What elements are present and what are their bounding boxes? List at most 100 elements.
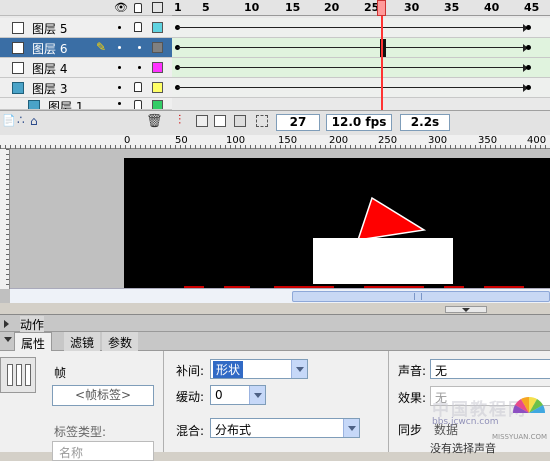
frame-track[interactable] xyxy=(172,18,550,38)
sound-value: 无 xyxy=(435,364,448,378)
frame-ruler-number: 15 xyxy=(285,1,301,14)
white-rectangle xyxy=(313,238,453,284)
center-frame-icon[interactable]: ⫶ xyxy=(178,113,181,128)
frame-track[interactable] xyxy=(172,38,550,58)
insert-folder-icon[interactable]: ⌂ xyxy=(30,114,38,128)
layer-color-swatch[interactable] xyxy=(152,100,163,109)
lock-icon[interactable] xyxy=(134,3,142,13)
eye-icon[interactable]: 👁 xyxy=(114,1,128,14)
layer-name: 图层 6 xyxy=(32,42,68,56)
ease-input[interactable]: 0 xyxy=(210,385,266,405)
edit-multiple-icon[interactable] xyxy=(234,115,246,127)
layer-color-swatch[interactable] xyxy=(152,22,163,33)
tab-properties[interactable]: 属性 xyxy=(14,332,53,351)
layer-row[interactable]: 图层 5 xyxy=(0,18,172,38)
visibility-dot[interactable] xyxy=(118,102,121,105)
divider xyxy=(163,351,164,452)
outline-icon[interactable] xyxy=(152,2,163,13)
layer-row-selected[interactable]: 图层 6 ✎ xyxy=(0,38,172,58)
actions-panel-title: 动作 xyxy=(20,316,45,333)
delete-layer-icon[interactable]: 🗑 xyxy=(146,114,163,129)
sync-label: 同步 xyxy=(398,423,423,437)
timeline-panel: 👁 1 5 10 15 20 25 30 35 40 45 图层 5 图层 6 … xyxy=(0,0,550,135)
onion-markers-icon[interactable] xyxy=(256,115,268,127)
effect-label: 效果: xyxy=(398,391,427,405)
sound-select[interactable]: 无 xyxy=(430,359,550,379)
keyframe[interactable] xyxy=(526,85,531,90)
ruler-ticks xyxy=(0,135,550,149)
expand-arrow-icon xyxy=(4,320,9,328)
tween-select[interactable]: 形状 xyxy=(210,359,308,379)
sync-value: 数据 xyxy=(434,423,459,437)
playhead-line xyxy=(381,16,383,110)
frame-ruler-number: 1 xyxy=(174,1,182,14)
divider xyxy=(388,351,389,452)
layer-name: 图层 3 xyxy=(32,82,68,96)
ruler-number: 0 xyxy=(124,135,131,146)
motion-guide-icon[interactable]: ∴ xyxy=(17,113,25,127)
keyframe[interactable] xyxy=(526,25,531,30)
blend-label: 混合: xyxy=(176,424,205,438)
visibility-dot[interactable] xyxy=(118,46,121,49)
layer-icon xyxy=(12,62,24,74)
onion-skin-icon[interactable] xyxy=(196,115,208,127)
horizontal-scrollbar[interactable] xyxy=(10,288,550,303)
timeline-status-bar: 📄 ∴ ⌂ 🗑 ⫶ 27 12.0 fps 2.2s xyxy=(0,110,550,135)
visibility-dot[interactable] xyxy=(118,86,121,89)
layer-color-swatch[interactable] xyxy=(152,62,163,73)
tween-line xyxy=(177,87,526,88)
collapse-arrow-icon[interactable] xyxy=(4,337,12,342)
frame-ruler-number: 40 xyxy=(484,1,500,14)
scrollbar-grip xyxy=(414,293,422,300)
vertical-ruler xyxy=(0,149,10,289)
lock-icon[interactable] xyxy=(134,22,142,32)
watermark-site: MISSYUAN.COM xyxy=(492,433,548,441)
dropdown-arrow-icon[interactable] xyxy=(249,386,265,404)
tab-filters[interactable]: 滤镜 xyxy=(64,332,101,351)
layer-header: 👁 xyxy=(0,0,172,16)
chevron-down-icon xyxy=(462,308,470,312)
effect-select[interactable]: 无 xyxy=(430,386,550,406)
visibility-dot[interactable] xyxy=(118,26,121,29)
label-type-select[interactable]: 名称 xyxy=(52,441,154,461)
panel-splitter[interactable] xyxy=(0,303,550,315)
layer-color-swatch[interactable] xyxy=(152,42,163,53)
ruler-number: 350 xyxy=(478,135,498,146)
onion-outline-icon[interactable] xyxy=(214,115,226,127)
frame-label: 帧 xyxy=(54,366,67,380)
frame-label-input[interactable]: <帧标签> xyxy=(52,385,154,406)
dropdown-arrow-icon[interactable] xyxy=(343,419,359,437)
keyframe[interactable] xyxy=(526,45,531,50)
frame-track[interactable] xyxy=(172,78,550,98)
layer-name: 图层 1 xyxy=(48,100,84,110)
layer-color-swatch[interactable] xyxy=(152,82,163,93)
lock-icon[interactable] xyxy=(134,100,142,109)
dropdown-arrow-icon[interactable] xyxy=(291,360,307,378)
ruler-number: 200 xyxy=(329,135,349,146)
actions-panel-header[interactable]: 动作 xyxy=(0,315,550,333)
visibility-dot[interactable] xyxy=(118,66,121,69)
insert-layer-icon[interactable]: 📄 xyxy=(2,114,16,127)
frame-rate-field[interactable]: 12.0 fps xyxy=(326,114,392,131)
lock-icon[interactable] xyxy=(134,82,142,92)
layer-name: 图层 5 xyxy=(32,22,68,36)
frame-ruler[interactable]: 1 5 10 15 20 25 30 35 40 45 xyxy=(172,0,550,16)
ruler-number: 150 xyxy=(278,135,298,146)
tab-parameters[interactable]: 参数 xyxy=(102,332,139,351)
stage-canvas[interactable] xyxy=(124,158,550,290)
layer-row[interactable]: 图层 4 xyxy=(0,58,172,78)
playhead-handle[interactable] xyxy=(377,0,386,16)
keyframe[interactable] xyxy=(526,65,531,70)
collapse-handle[interactable] xyxy=(445,306,487,313)
layer-row[interactable]: 图层 3 xyxy=(0,78,172,98)
ruler-number: 50 xyxy=(175,135,188,146)
frame-ruler-number: 45 xyxy=(524,1,540,14)
blend-value: 分布式 xyxy=(215,423,252,437)
frame-track[interactable] xyxy=(172,58,550,78)
blend-select[interactable]: 分布式 xyxy=(210,418,360,438)
lock-dot[interactable] xyxy=(138,66,141,69)
frame-ruler-number: 35 xyxy=(444,1,460,14)
ease-value: 0 xyxy=(215,388,223,402)
layer-row[interactable]: 图层 1 xyxy=(0,98,172,110)
lock-dot[interactable] xyxy=(138,46,141,49)
